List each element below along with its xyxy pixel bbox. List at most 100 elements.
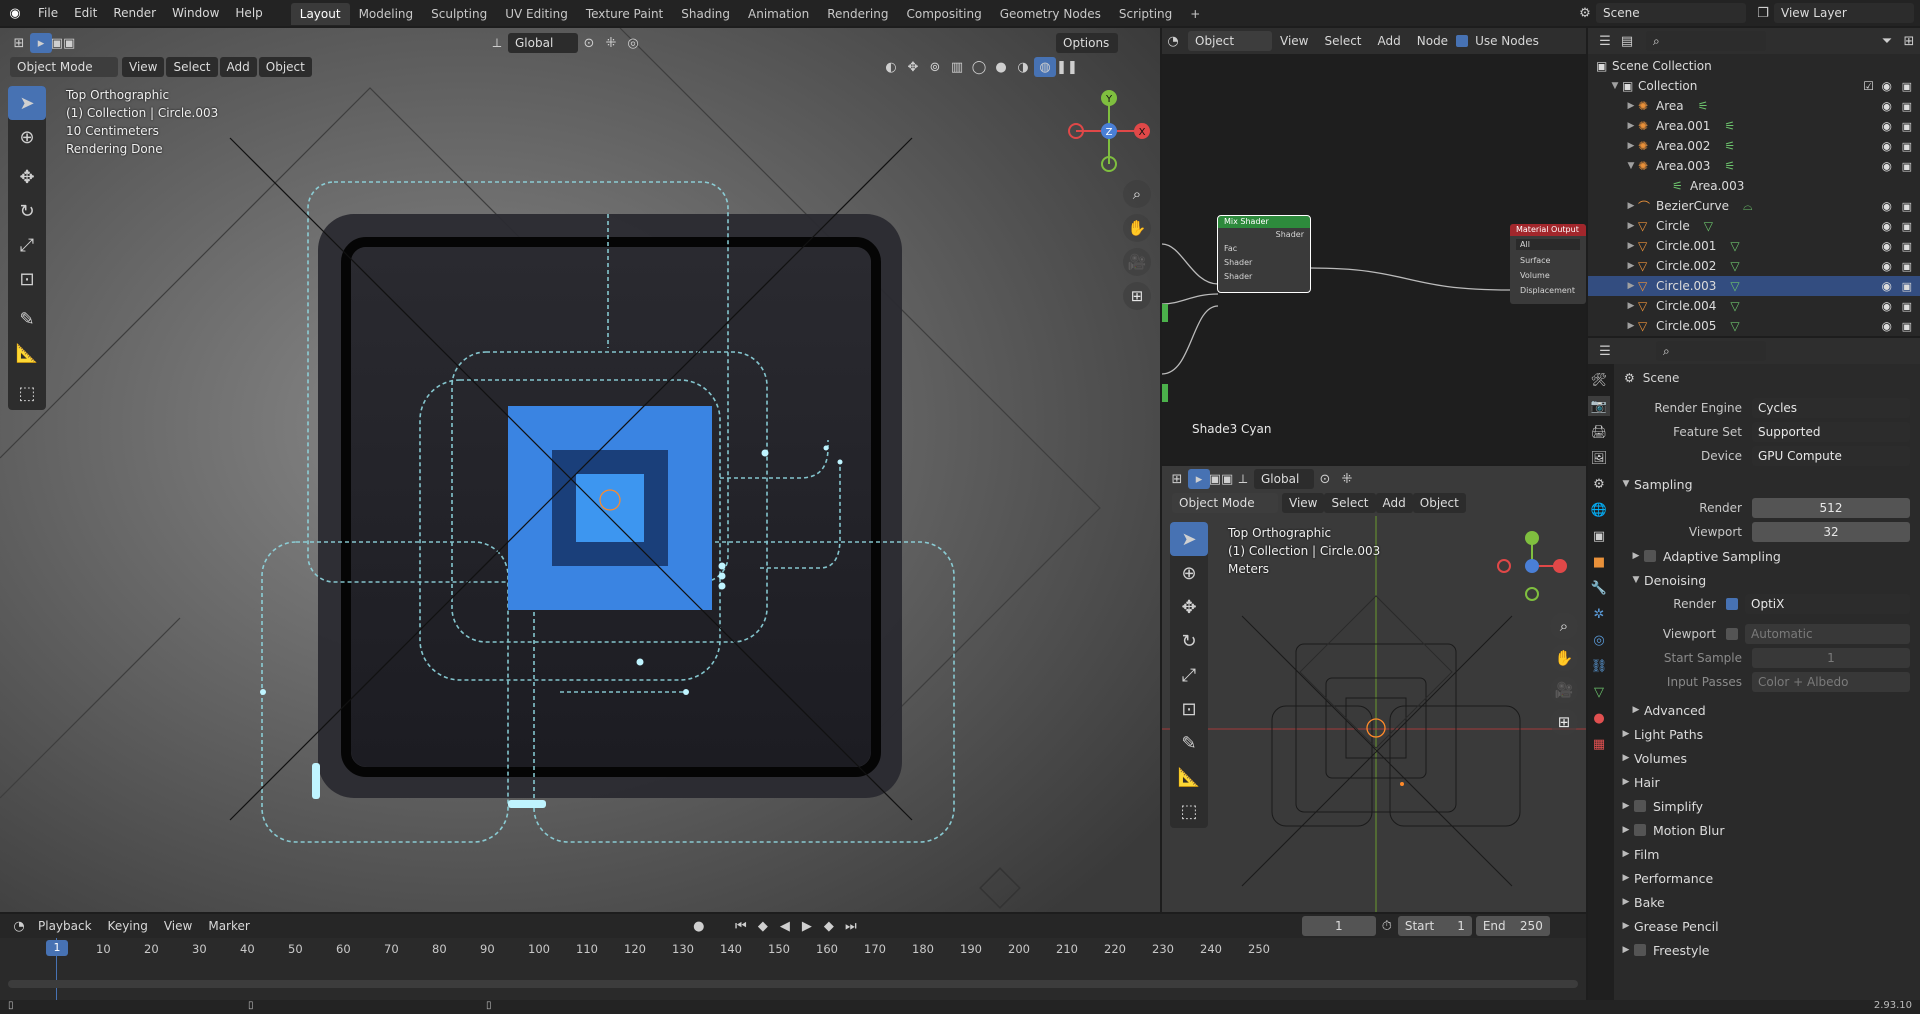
section-expand-icon[interactable]: ▶ [1618, 873, 1634, 883]
expand-icon[interactable]: ▶ [1624, 241, 1638, 251]
expand-icon[interactable]: ▶ [1624, 321, 1638, 331]
material-output-target[interactable]: All [1516, 239, 1580, 250]
overlay-toggle-icon[interactable]: ⊚ [924, 57, 946, 77]
secondary-transform-tool-icon[interactable]: ⊡ [1170, 692, 1208, 726]
jump-end-icon[interactable]: ⏭ [840, 916, 862, 936]
properties-search[interactable]: ⌕ [1656, 341, 1766, 361]
outliner-item[interactable]: ▶ ▽ Circle.001 ▽ ◉ ▣ [1588, 236, 1920, 256]
rendered-shading-icon[interactable]: ◍ [1034, 57, 1056, 77]
play-reverse-icon[interactable]: ◀ [774, 916, 796, 936]
scene-collection-row[interactable]: ▣ Scene Collection [1588, 56, 1920, 76]
outliner-item[interactable]: ▶ ▽ Circle.004 ▽ ◉ ▣ [1588, 296, 1920, 316]
adaptive-sampling-checkbox[interactable] [1644, 550, 1656, 562]
input-passes-dropdown[interactable]: Color + Albedo [1752, 672, 1910, 692]
section-checkbox[interactable] [1634, 944, 1646, 956]
next-keyframe-icon[interactable]: ◆ [818, 916, 840, 936]
play-icon[interactable]: ▶ [796, 916, 818, 936]
move-tool-icon[interactable]: ✥ [8, 160, 46, 194]
advanced-expand-icon[interactable]: ▶ [1628, 705, 1644, 715]
jump-start-icon[interactable]: ⏮ [730, 916, 752, 936]
eye-icon[interactable]: ◉ [1882, 159, 1892, 173]
menu-file[interactable]: File [30, 1, 66, 25]
editor-type-icon[interactable]: ⊞ [8, 33, 30, 53]
measure-tool-icon[interactable]: 📐 [8, 336, 46, 370]
prev-keyframe-icon[interactable]: ◆ [752, 916, 774, 936]
secondary-move-tool-icon[interactable]: ✥ [1170, 590, 1208, 624]
secondary-measure-tool-icon[interactable]: 📐 [1170, 760, 1208, 794]
expand-icon[interactable]: ▶ [1624, 281, 1638, 291]
section-film[interactable]: ▶ Film [1616, 842, 1920, 866]
pause-render-icon[interactable]: ❚❚ [1056, 57, 1078, 77]
end-frame-input[interactable]: End 250 [1475, 916, 1550, 936]
eye-icon[interactable]: ◉ [1882, 279, 1892, 293]
display-mode-icon[interactable]: ▤ [1616, 31, 1638, 51]
secondary-select-icon[interactable]: ▸ [1188, 469, 1210, 489]
light-data-icon[interactable]: ⚟ [1724, 119, 1735, 133]
timeline-menu-marker[interactable]: Marker [200, 914, 257, 938]
tab-shading[interactable]: Shading [672, 3, 739, 25]
section-expand-icon[interactable]: ▶ [1618, 849, 1634, 859]
section-expand-icon[interactable]: ▶ [1618, 945, 1634, 955]
camera-icon[interactable]: ▣ [1902, 260, 1912, 273]
secondary-pivot-icon[interactable]: ⊙ [1314, 469, 1336, 489]
section-expand-icon[interactable]: ▶ [1618, 897, 1634, 907]
eye-icon[interactable]: ◉ [1882, 239, 1892, 253]
visibility-icon[interactable]: ◐ [880, 57, 902, 77]
outliner-item[interactable]: ▶ ▽ Circle.005 ▽ ◉ ▣ [1588, 316, 1920, 336]
camera-icon[interactable]: ▣ [1902, 320, 1912, 333]
pan-hand-icon[interactable]: ✋ [1123, 214, 1151, 242]
outliner-item[interactable]: ▶ ▽ Circle.003 ▽ ◉ ▣ [1588, 276, 1920, 296]
expand-icon[interactable]: ▶ [1624, 261, 1638, 271]
use-nodes-checkbox[interactable] [1456, 35, 1469, 47]
menu-add[interactable]: Add [219, 57, 257, 77]
secondary-snap-icon[interactable]: ⁜ [1336, 469, 1358, 489]
menu-window[interactable]: Window [164, 1, 227, 25]
mesh-data-icon[interactable]: ▽ [1704, 219, 1713, 233]
secondary-select-tool-icon[interactable]: ➤ [1170, 522, 1208, 556]
secondary-select-mode-icons[interactable]: ▣▣ [1209, 469, 1234, 489]
section-hair[interactable]: ▶ Hair [1616, 770, 1920, 794]
tab-layout[interactable]: Layout [290, 3, 350, 25]
rotate-tool-icon[interactable]: ↻ [8, 194, 46, 228]
properties-type-icon[interactable]: ☰ [1594, 341, 1616, 361]
ortho-toggle-icon[interactable]: ⊞ [1123, 282, 1151, 310]
adaptive-sampling-section[interactable]: ▶ Adaptive Sampling [1616, 544, 1920, 568]
start-frame-input[interactable]: Start 1 [1397, 916, 1472, 936]
feature-set-dropdown[interactable]: Supported [1752, 422, 1910, 442]
secondary-editor-type-icon[interactable]: ⊞ [1166, 469, 1188, 489]
tab-rendering[interactable]: Rendering [818, 3, 897, 25]
timeline-menu-view[interactable]: View [156, 914, 200, 938]
mesh-data-icon[interactable]: ▽ [1730, 319, 1739, 333]
outliner-item[interactable]: ▶ ▽ Circle ▽ ◉ ▣ [1588, 216, 1920, 236]
view-layer-selector[interactable]: View Layer [1774, 3, 1914, 23]
tab-animation[interactable]: Animation [739, 3, 818, 25]
camera-icon[interactable]: ▣ [1902, 280, 1912, 293]
tab-scripting[interactable]: Scripting [1110, 3, 1181, 25]
section-motion-blur[interactable]: ▶ Motion Blur [1616, 818, 1920, 842]
annotate-tool-icon[interactable]: ✎ [8, 302, 46, 336]
select-tool-icon[interactable]: ➤ [8, 86, 46, 120]
section-expand-icon[interactable]: ▶ [1618, 825, 1634, 835]
outliner-item[interactable]: ▶ ⌒ BezierCurve ⌓ ◉ ▣ [1588, 196, 1920, 216]
shader-node-editor[interactable]: ◔ Object View Select Add Node Use Nodes … [1162, 28, 1586, 464]
gizmo-toggle-icon[interactable]: ✥ [902, 57, 924, 77]
view-layer-tab-icon[interactable]: 🖼 [1588, 448, 1610, 468]
view-layer-icon[interactable]: ❐ [1752, 3, 1774, 23]
secondary-scale-tool-icon[interactable]: ⤢ [1170, 658, 1208, 692]
camera-icon[interactable]: ▣ [1902, 240, 1912, 253]
shader-type-dropdown[interactable]: Object [1188, 31, 1272, 51]
timeline-type-icon[interactable]: ◔ [8, 916, 30, 936]
object-mode-dropdown[interactable]: Object Mode [10, 57, 118, 77]
section-simplify[interactable]: ▶ Simplify [1616, 794, 1920, 818]
outliner-item[interactable]: ▼ ✺ Area.003 ⚟ ◉ ▣ [1588, 156, 1920, 176]
outliner-item[interactable]: ▶ ▽ Circle.002 ▽ ◉ ▣ [1588, 256, 1920, 276]
sampling-section[interactable]: ▼ Sampling [1616, 472, 1920, 496]
zoom-icon[interactable]: ⌕ [1123, 180, 1151, 208]
sampling-render-input[interactable]: 512 [1752, 498, 1910, 518]
scene-icon[interactable]: ⚙ [1574, 3, 1596, 23]
secondary-menu-add[interactable]: Add [1375, 493, 1413, 513]
tool-tab-icon[interactable]: 🛠 [1588, 370, 1610, 390]
navigation-gizmo[interactable]: Y X Z [1064, 86, 1154, 176]
secondary-orientation-icon[interactable]: ⟂ [1232, 469, 1254, 489]
secondary-rotate-tool-icon[interactable]: ↻ [1170, 624, 1208, 658]
